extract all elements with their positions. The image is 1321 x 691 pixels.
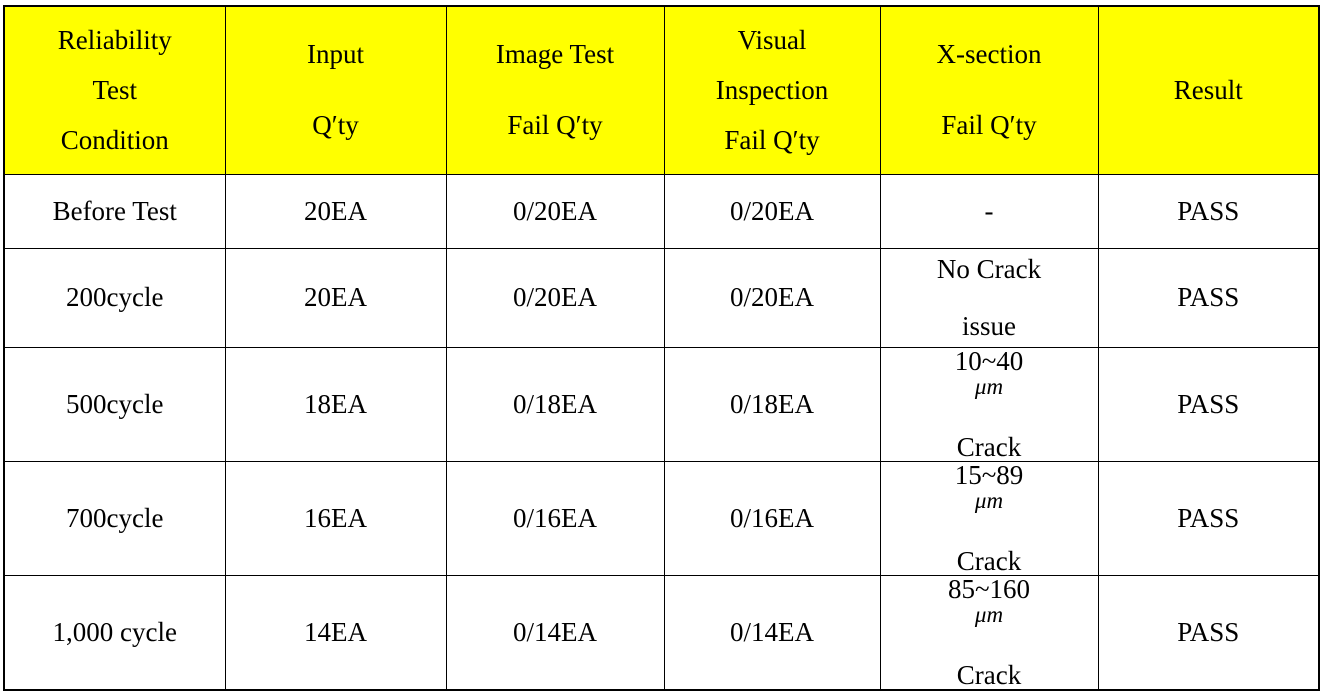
cell-input-qty: 20EA [224,247,447,348]
cell-text-line1: No Crack [936,253,1042,284]
cell-text: 0/20EA [730,282,814,312]
header-line: Image Test [495,39,615,70]
cell-result: PASS [1097,574,1320,690]
cell-condition: 200cycle [3,247,226,348]
cell-text: 500cycle [66,388,164,419]
cell-condition: 1,000 cycle [3,574,226,690]
reliability-test-result-table: Reliability Test Condition Input Q′ty Im… [3,5,1320,691]
cell-text: 0/20EA [513,195,597,226]
header-line: Visual [737,24,807,55]
cell-text-line1: 85~160 μm [947,573,1031,627]
cell-visual-inspection-fail-qty: 0/16EA [663,460,881,576]
table-header: Reliability Test Condition Input Q′ty Im… [3,5,1320,175]
cell-text: 0/18EA [513,388,597,419]
cell-text: 20EA [304,282,367,312]
header-row: Reliability Test Condition Input Q′ty Im… [3,5,1320,175]
cell-input-qty: 18EA [224,346,447,462]
cell-text-line2: Crack [956,659,1022,690]
table-row: Before Test 20EA 0/20EA 0/20EA - PASS [3,173,1320,249]
header-cell-image-test-fail-qty: Image Test Fail Q′ty [445,5,665,175]
cell-text: PASS [1177,282,1240,312]
cell-text: PASS [1177,502,1240,533]
cell-text: 1,000 cycle [52,616,177,647]
cell-visual-inspection-fail-qty: 0/20EA [663,247,881,348]
cell-visual-inspection-fail-qty: 0/18EA [663,346,881,462]
cell-text: 0/14EA [513,616,597,647]
cell-image-test-fail-qty: 0/16EA [445,460,665,576]
header-line: Inspection [715,74,829,105]
header-line: Fail Q′ty [507,110,603,141]
cell-text-line2: Crack [956,545,1022,576]
micron-unit: μm [974,601,1004,627]
cell-text-line1: 10~40 μm [954,345,1024,399]
table-row: 700cycle 16EA 0/16EA 0/16EA 15~89 μm Crac… [3,459,1320,576]
crack-size-value: 85~160 [947,573,1031,604]
cell-condition: 500cycle [3,346,226,462]
header-cell-input-qty: Input Q′ty [224,5,447,175]
reliability-table-container: Reliability Test Condition Input Q′ty Im… [0,5,1321,691]
cell-text: 0/20EA [513,282,597,312]
crack-size-value: 10~40 [954,345,1024,376]
cell-xsection-fail-qty: 85~160 μm Crack [879,573,1099,690]
cell-text: PASS [1177,616,1240,647]
cell-result: PASS [1097,460,1320,576]
cell-text: 16EA [304,502,367,533]
cell-text: 700cycle [66,502,164,533]
cell-input-qty: 16EA [224,460,447,576]
cell-text-line1: 15~89 μm [954,459,1024,513]
cell-text: 18EA [304,388,367,419]
table-row: 500cycle 18EA 0/18EA 0/18EA 10~40 μm Crac… [3,345,1320,462]
cell-xsection-fail-qty: - [879,173,1099,249]
cell-text: 0/18EA [730,388,814,419]
crack-size-value: 15~89 [954,459,1024,490]
cell-input-qty: 20EA [224,173,447,249]
header-cell-result: Result [1097,5,1320,175]
cell-visual-inspection-fail-qty: 0/14EA [663,574,881,690]
cell-xsection-fail-qty: 10~40 μm Crack [879,345,1099,462]
header-line: Fail Q′ty [941,110,1037,141]
cell-text: - [984,195,994,226]
header-line: X-section [936,39,1042,70]
header-line: Condition [60,124,169,155]
cell-result: PASS [1097,173,1320,249]
header-line: Test [92,74,138,105]
cell-image-test-fail-qty: 0/14EA [445,574,665,690]
header-line: Input [307,39,364,70]
cell-condition: Before Test [3,173,226,249]
cell-text: 0/16EA [730,502,814,533]
header-line: Result [1173,74,1243,105]
table-body: Before Test 20EA 0/20EA 0/20EA - PASS 20… [3,173,1320,690]
cell-text: 0/16EA [513,502,597,533]
header-line: Fail Q′ty [724,124,820,155]
cell-input-qty: 14EA [224,574,447,690]
cell-text: 0/14EA [730,616,814,647]
cell-xsection-fail-qty: No Crack issue [879,247,1099,348]
cell-image-test-fail-qty: 0/18EA [445,346,665,462]
header-cell-xsection-fail-qty: X-section Fail Q′ty [879,5,1099,175]
micron-unit: μm [974,487,1004,513]
cell-result: PASS [1097,247,1320,348]
cell-result: PASS [1097,346,1320,462]
cell-text: 20EA [304,195,367,226]
cell-condition: 700cycle [3,460,226,576]
table-row: 200cycle 20EA 0/20EA 0/20EA No Crack iss… [3,247,1320,348]
cell-text: PASS [1177,388,1240,419]
cell-text-line2: issue [962,310,1016,341]
cell-visual-inspection-fail-qty: 0/20EA [663,173,881,249]
cell-text-line2: Crack [956,431,1022,462]
cell-text: 200cycle [66,282,164,312]
micron-unit: μm [974,373,1004,399]
cell-text: 0/20EA [730,195,814,226]
header-cell-condition: Reliability Test Condition [3,5,226,175]
cell-image-test-fail-qty: 0/20EA [445,247,665,348]
cell-text: 14EA [304,616,367,647]
cell-xsection-fail-qty: 15~89 μm Crack [879,459,1099,576]
header-line: Reliability [57,24,172,55]
header-line: Q′ty [312,110,359,141]
cell-text: PASS [1177,195,1240,226]
header-cell-visual-inspection-fail-qty: Visual Inspection Fail Q′ty [663,5,881,175]
cell-text: Before Test [52,195,177,226]
cell-image-test-fail-qty: 0/20EA [445,173,665,249]
table-row: 1,000 cycle 14EA 0/14EA 0/14EA 85~160 μm … [3,573,1320,690]
